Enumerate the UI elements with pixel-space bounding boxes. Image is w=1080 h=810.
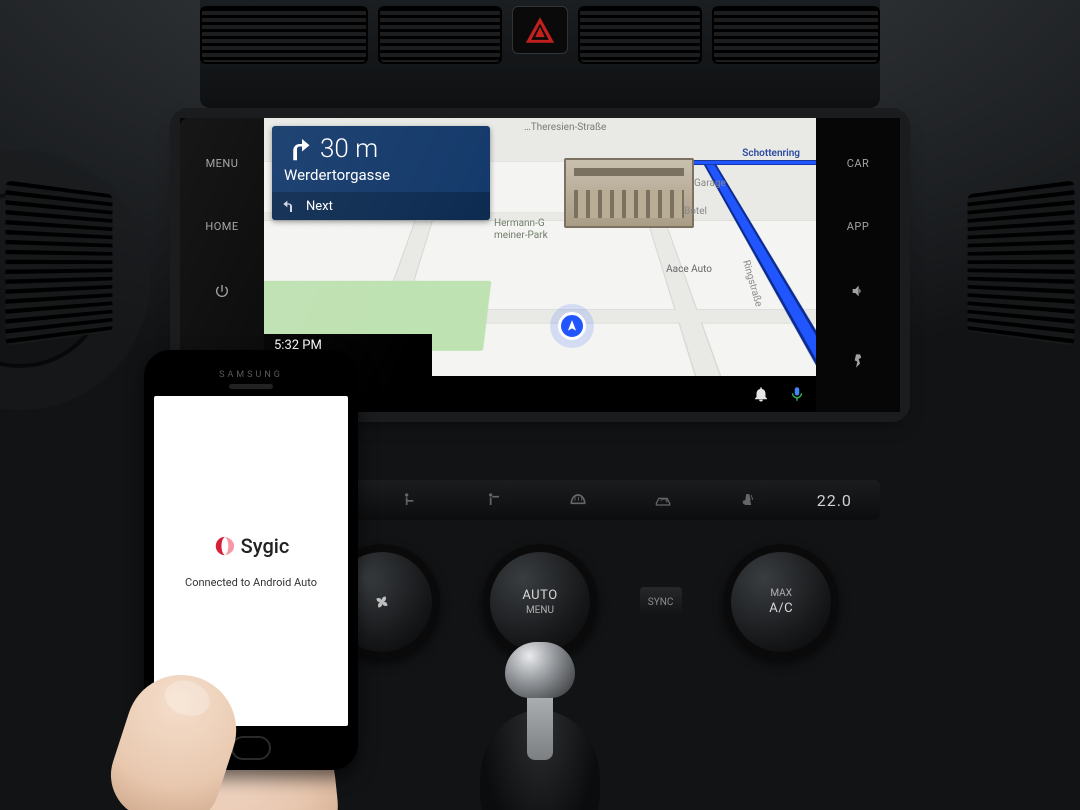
knob-label-menu: MENU xyxy=(526,605,554,616)
phone-speaker xyxy=(229,384,273,389)
notifications-button[interactable] xyxy=(752,385,770,403)
dashboard-vent-right xyxy=(968,180,1075,346)
power-icon xyxy=(214,283,230,299)
vent xyxy=(578,6,702,64)
gear-shifter xyxy=(460,650,620,810)
gps-cursor xyxy=(558,312,586,340)
home-button[interactable]: HOME xyxy=(205,220,238,233)
hazard-icon xyxy=(523,13,557,47)
voice-button[interactable] xyxy=(850,353,866,373)
phone-brand: SAMSUNG xyxy=(144,370,358,380)
menu-button[interactable]: MENU xyxy=(206,157,239,170)
voice-assistant-button[interactable] xyxy=(788,385,806,403)
next-turn-row: Next xyxy=(272,192,490,220)
knob-label-max: MAX xyxy=(770,588,792,599)
next-turn-label: Next xyxy=(306,199,333,214)
headunit-side-right: CAR APP xyxy=(816,118,900,412)
poi-label: Garage xyxy=(694,178,726,189)
car-button[interactable]: CAR xyxy=(847,157,870,170)
street-label-ring: Schottenring xyxy=(742,148,800,159)
vent xyxy=(378,6,502,64)
sygic-name: Sygic xyxy=(241,534,290,558)
knob-label-ac: A/C xyxy=(769,601,793,616)
volume-icon xyxy=(850,283,866,299)
airflow-face-button[interactable] xyxy=(480,488,508,512)
sygic-logo-row: Sygic xyxy=(213,534,290,558)
dashboard-vent-left xyxy=(6,180,113,346)
poi-label: Aace Auto xyxy=(666,264,712,275)
volume-button[interactable] xyxy=(850,283,866,303)
turn-distance: 30 m xyxy=(320,134,378,164)
knob-label-auto: AUTO xyxy=(522,588,557,603)
hand-thumb xyxy=(76,560,436,810)
hazard-button[interactable] xyxy=(512,6,567,54)
climate-temperature: 22.0 xyxy=(817,491,852,510)
sygic-logo-icon xyxy=(213,535,235,557)
app-button[interactable]: APP xyxy=(847,220,870,233)
turn-left-icon xyxy=(282,198,298,214)
power-button[interactable] xyxy=(214,283,230,303)
street-label: …Theresien-Straße xyxy=(524,122,606,133)
poi-label: Botel xyxy=(684,206,707,217)
front-defrost-button[interactable] xyxy=(564,488,592,512)
vent xyxy=(200,6,368,64)
recirculation-button[interactable] xyxy=(649,488,677,512)
phone-in-hand: SAMSUNG Sygic Connected to Android Auto xyxy=(110,350,390,810)
seat-heat-right-button[interactable] xyxy=(733,488,761,512)
ac-knob[interactable]: MAX A/C xyxy=(723,544,839,660)
voice-icon xyxy=(850,353,866,369)
vent xyxy=(712,6,880,64)
center-vents xyxy=(200,0,880,108)
airflow-body-button[interactable] xyxy=(396,488,424,512)
park-label: Hermann-G xyxy=(494,218,545,229)
climate-sync-button[interactable]: SYNC xyxy=(640,587,682,617)
turn-right-icon xyxy=(282,134,312,164)
turn-street: Werdertorgasse xyxy=(272,166,490,192)
direction-card[interactable]: 30 m Werdertorgasse Next xyxy=(272,126,490,220)
park-label: meiner-Park xyxy=(494,230,548,241)
landmark-building xyxy=(564,158,694,228)
